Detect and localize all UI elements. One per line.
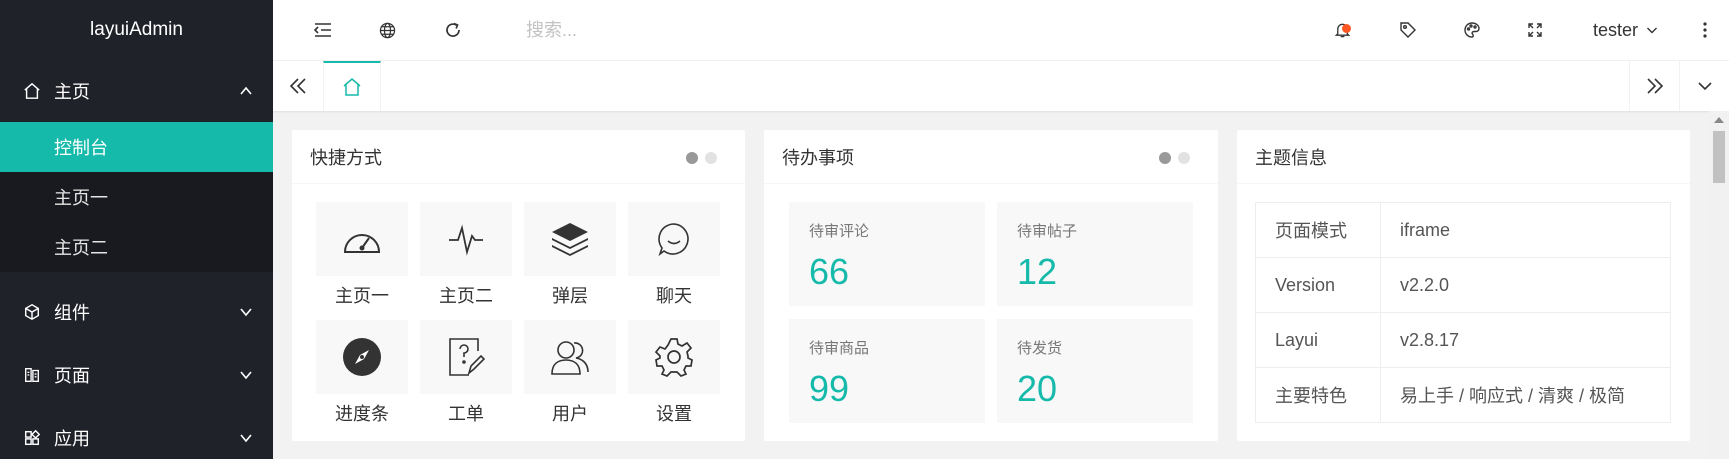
fullscreen-icon[interactable] — [1515, 0, 1555, 60]
app-icon — [22, 428, 42, 448]
dashboard-icon — [343, 234, 381, 253]
todo-item[interactable]: 待审帖子 12 — [997, 202, 1193, 306]
theme-info-table: 页面模式 iframe Version v2.2.0 Layui v2.8.17 主要… — [1255, 202, 1671, 423]
table-row: 页面模式 iframe — [1255, 202, 1671, 258]
tag-icon[interactable] — [1388, 0, 1428, 60]
gear-icon — [654, 338, 693, 377]
chat-icon — [658, 223, 689, 257]
refresh-icon[interactable] — [433, 0, 473, 60]
card-title: 待办事项 — [782, 147, 854, 168]
shortcut-settings[interactable]: 设置 — [628, 320, 720, 424]
todo-card: 待办事项 待审评论 66 待审帖子 12 待审商品 99 待发货 20 — [764, 130, 1218, 441]
chevron-up-icon — [239, 84, 253, 98]
tab-home[interactable] — [323, 61, 381, 111]
sidebar-item-apps[interactable]: 应用 — [0, 406, 273, 459]
top-header: tester — [273, 0, 1729, 61]
layers-icon — [552, 223, 588, 256]
table-row: Version v2.2.0 — [1255, 257, 1671, 313]
search-input[interactable] — [526, 16, 786, 44]
compass-icon — [343, 338, 381, 376]
page-tabs-bar — [273, 61, 1729, 111]
tabs-prev-icon[interactable] — [273, 61, 323, 111]
sidebar-item-pages[interactable]: 页面 — [0, 343, 273, 406]
theme-info-card: 主题信息 页面模式 iframe Version v2.2.0 Layui v2.8.… — [1237, 130, 1690, 441]
shortcut-home1[interactable]: 主页一 — [316, 202, 408, 306]
sidebar-item-home[interactable]: 主页 — [0, 60, 273, 122]
carousel-indicator[interactable] — [686, 152, 717, 164]
more-vertical-icon[interactable] — [1690, 0, 1720, 60]
sidebar-item-home2[interactable]: 主页二 — [0, 222, 273, 272]
shortcut-layer[interactable]: 弹层 — [524, 202, 616, 306]
sidebar-item-label: 应用 — [54, 428, 90, 449]
component-icon — [22, 302, 42, 322]
sidebar-submenu: 控制台 主页一 主页二 — [0, 122, 273, 272]
palette-icon[interactable] — [1452, 0, 1492, 60]
tabs-menu-icon[interactable] — [1679, 61, 1729, 111]
carousel-indicator[interactable] — [1159, 152, 1190, 164]
shortcut-progress[interactable]: 进度条 — [316, 320, 408, 424]
tabs-next-icon[interactable] — [1629, 61, 1679, 111]
shortcuts-card: 快捷方式 主页一 主页二 弹层 聊天 进度条 工单 用户 设置 — [292, 130, 745, 441]
card-title: 主题信息 — [1255, 147, 1327, 168]
home-icon — [22, 81, 42, 101]
user-menu[interactable]: tester — [1593, 0, 1658, 60]
sidebar-item-label: 主页 — [54, 82, 90, 102]
chevron-down-icon — [239, 431, 253, 445]
scroll-up-icon[interactable] — [1714, 117, 1724, 123]
sidebar-item-components[interactable]: 组件 — [0, 280, 273, 343]
app-logo[interactable]: layuiAdmin — [0, 0, 273, 60]
menu-collapse-icon[interactable] — [303, 0, 343, 60]
home-icon — [343, 78, 361, 96]
chevron-down-icon — [239, 368, 253, 382]
sidebar-item-console[interactable]: 控制台 — [0, 122, 273, 172]
scrollbar[interactable] — [1709, 111, 1729, 459]
users-icon — [551, 341, 589, 375]
todo-item[interactable]: 待发货 20 — [997, 319, 1193, 423]
sidebar-item-label: 页面 — [54, 365, 90, 386]
table-row: Layui v2.8.17 — [1255, 312, 1671, 368]
card-title: 快捷方式 — [310, 147, 382, 168]
globe-icon[interactable] — [367, 0, 407, 60]
pulse-icon — [449, 224, 483, 256]
sidebar-item-home1[interactable]: 主页一 — [0, 172, 273, 222]
sidebar-item-label: 组件 — [54, 302, 90, 323]
chevron-down-icon — [239, 305, 253, 319]
todo-item[interactable]: 待审商品 99 — [789, 319, 985, 423]
notification-badge — [1342, 24, 1351, 33]
chevron-down-icon — [1647, 27, 1658, 34]
shortcut-ticket[interactable]: 工单 — [420, 320, 512, 424]
page-icon — [22, 365, 42, 385]
shortcut-users[interactable]: 用户 — [524, 320, 616, 424]
ticket-icon — [449, 338, 485, 376]
scrollbar-thumb[interactable] — [1713, 131, 1725, 183]
todo-item[interactable]: 待审评论 66 — [789, 202, 985, 306]
username: tester — [1593, 19, 1639, 40]
shortcut-chat[interactable]: 聊天 — [628, 202, 720, 306]
table-row: 主要特色 易上手 / 响应式 / 清爽 / 极简 — [1255, 367, 1671, 423]
shortcut-home2[interactable]: 主页二 — [420, 202, 512, 306]
sidebar: layuiAdmin 主页 控制台 主页一 主页二 组件 页面 应用 — [0, 0, 273, 459]
